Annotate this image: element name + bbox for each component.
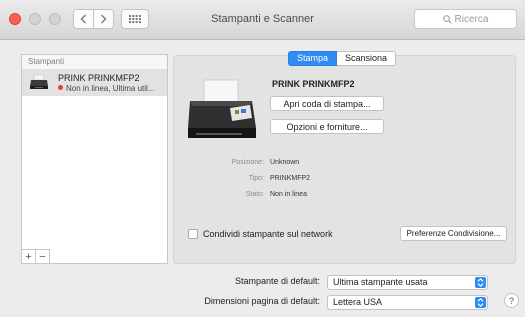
sharing-preferences-button[interactable]: Preferenze Condivisione...: [400, 226, 507, 241]
remove-printer-button[interactable]: −: [35, 249, 50, 264]
updown-arrows-icon: [475, 277, 486, 288]
printers-scanners-window: Stampanti e Scanner Ricerca Stampanti PR…: [0, 0, 525, 317]
printer-image: [188, 79, 256, 138]
default-printer-select[interactable]: Ultima stampante usata: [327, 275, 488, 290]
default-paper-label: Dimensioni pagina di default:: [204, 296, 320, 306]
printer-title: PRINK PRINKMFP2: [272, 79, 355, 89]
share-printer-checkbox[interactable]: [188, 229, 198, 239]
printer-list-header: Stampanti: [22, 55, 167, 70]
tab-stampa[interactable]: Stampa: [288, 51, 338, 66]
offline-status-dot: [58, 85, 63, 90]
printer-name: PRINK PRINKMFP2: [58, 73, 140, 83]
options-supplies-button[interactable]: Opzioni e forniture...: [270, 119, 384, 134]
type-value: PRINKMFP2: [270, 175, 311, 182]
printer-status: Non in linea, Ultima util...: [58, 84, 154, 93]
printer-icon: [30, 75, 48, 89]
printer-list-item[interactable]: PRINK PRINKMFP2 Non in linea, Ultima uti…: [22, 70, 167, 96]
location-label: Posizione:: [231, 159, 264, 166]
help-button[interactable]: ?: [504, 293, 519, 308]
search-placeholder: Ricerca: [454, 13, 489, 25]
printer-list: Stampanti PRINK PRINKMFP2 Non in linea, …: [21, 54, 168, 264]
location-value: Unknown: [270, 159, 300, 166]
default-printer-label: Stampante di default:: [234, 276, 320, 286]
open-print-queue-button[interactable]: Apri coda di stampa...: [270, 96, 384, 111]
share-printer-label[interactable]: Condividi stampante sul network: [203, 229, 333, 239]
printer-status-text: Non in linea, Ultima util...: [66, 84, 155, 93]
title-bar: Stampanti e Scanner Ricerca: [0, 0, 525, 40]
tab-scansiona[interactable]: Scansiona: [337, 51, 397, 66]
search-field[interactable]: Ricerca: [414, 9, 517, 29]
search-icon: [442, 14, 452, 24]
add-printer-button[interactable]: +: [21, 249, 36, 264]
updown-arrows-icon: [475, 297, 486, 308]
status-label: Stato:: [245, 191, 264, 198]
default-paper-select[interactable]: Lettera USA: [327, 295, 488, 310]
default-printer-value: Ultima stampante usata: [333, 277, 428, 287]
type-label: Tipo:: [248, 175, 264, 182]
status-value: Non in linea: [270, 191, 307, 198]
list-toolbar: + −: [21, 249, 61, 264]
default-paper-value: Lettera USA: [333, 297, 383, 307]
tab-bar: Stampa Scansiona: [288, 51, 397, 66]
